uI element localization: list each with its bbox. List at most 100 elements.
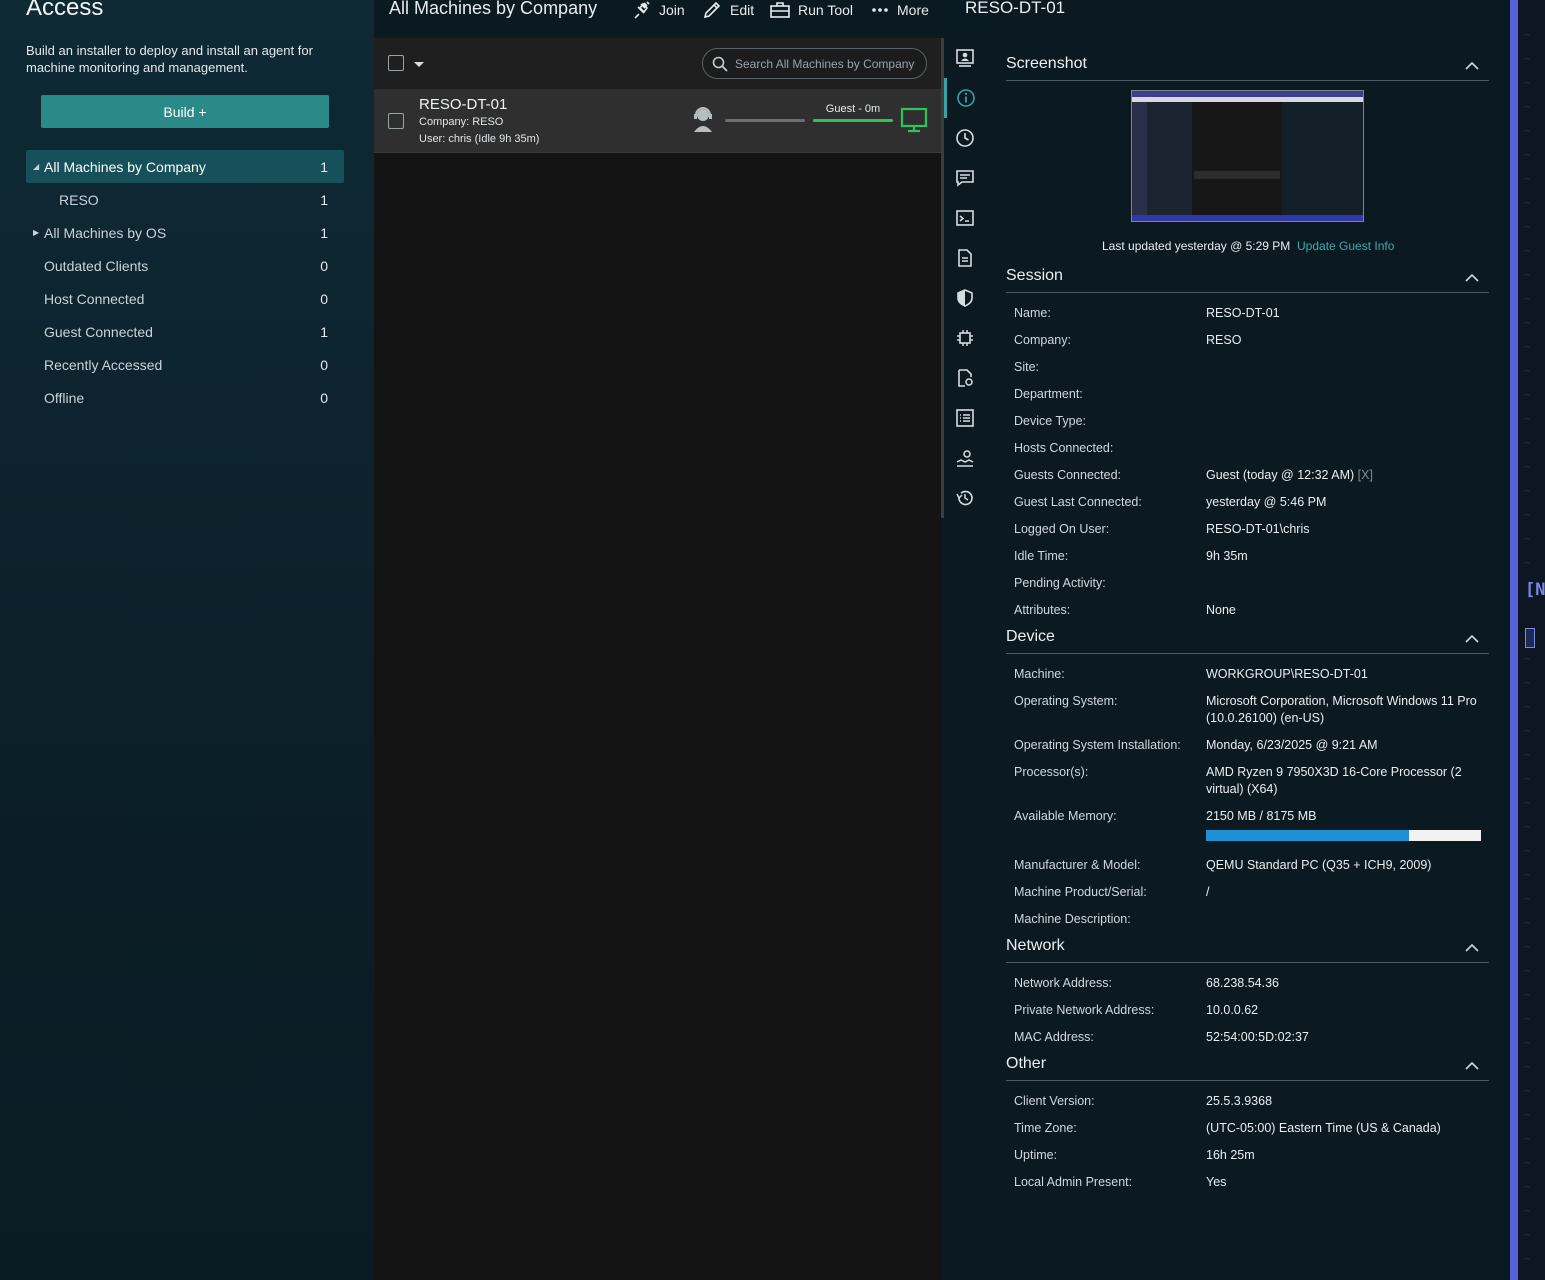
tab-start-session[interactable] bbox=[944, 38, 985, 78]
section-header-device[interactable]: Device bbox=[1006, 628, 1489, 654]
chat-icon bbox=[955, 170, 974, 187]
nav-item-outdated-clients[interactable]: Outdated Clients 0 bbox=[26, 249, 344, 282]
collapsed-triangle-icon[interactable]: ▶ bbox=[33, 228, 39, 237]
search-box[interactable] bbox=[702, 48, 927, 79]
section-header-screenshot[interactable]: Screenshot bbox=[1006, 55, 1489, 81]
tab-services[interactable] bbox=[944, 358, 985, 398]
field-label-manufacturer-model: Manufacturer & Model: bbox=[1014, 858, 1141, 872]
tab-history[interactable] bbox=[944, 478, 985, 518]
select-options-chevron-down-icon[interactable] bbox=[414, 62, 424, 67]
run-tool-button[interactable]: Run Tool bbox=[769, 0, 853, 20]
chevron-up-icon[interactable] bbox=[1465, 273, 1479, 282]
chevron-up-icon[interactable] bbox=[1465, 943, 1479, 952]
section-header-network[interactable]: Network bbox=[1006, 937, 1489, 963]
chevron-up-icon[interactable] bbox=[1465, 1061, 1479, 1070]
terminal-tilde: ~ bbox=[1524, 198, 1531, 209]
tab-security[interactable] bbox=[944, 278, 985, 318]
field-value-product-serial: / bbox=[1206, 885, 1210, 899]
terminal-tilde: ~ bbox=[1524, 822, 1531, 833]
terminal-tilde: ~ bbox=[1524, 1038, 1531, 1049]
chip-icon bbox=[956, 330, 973, 346]
background-terminal-strip: ~ ~ ~ ~ ~ ~ ~ ~ ~ ~ ~ ~ ~ ~ ~ ~ ~ ~ ~ ~ ~ ~ ~ ~ ~ ~ ~ ~ ~ ~ ~ ~ ~ ~ ~ ~ ~ ~ ~ ~… bbox=[1518, 0, 1545, 1280]
section-title: Device bbox=[1006, 628, 1055, 645]
session-row-checkbox[interactable] bbox=[388, 113, 404, 129]
disconnect-guest-link[interactable]: [X] bbox=[1358, 468, 1373, 482]
terminal-tilde: ~ bbox=[1524, 1158, 1531, 1169]
nav-item-all-machines-by-os[interactable]: ▶ All Machines by OS 1 bbox=[26, 216, 344, 249]
nav-item-offline[interactable]: Offline 0 bbox=[26, 381, 344, 414]
terminal-tilde: ~ bbox=[1524, 390, 1531, 401]
nav-item-count: 0 bbox=[320, 290, 328, 307]
field-value-manufacturer-model: QEMU Standard PC (Q35 + ICH9, 2009) bbox=[1206, 858, 1432, 872]
terminal-tilde: ~ bbox=[1524, 1254, 1531, 1265]
info-icon bbox=[957, 89, 975, 107]
field-label-guests-connected: Guests Connected: bbox=[1014, 468, 1122, 482]
field-label-time-zone: Time Zone: bbox=[1014, 1121, 1077, 1135]
pencil-icon bbox=[703, 1, 721, 19]
tab-timeline[interactable] bbox=[944, 118, 985, 158]
tab-notes[interactable] bbox=[944, 238, 985, 278]
nav-item-recently-accessed[interactable]: Recently Accessed 0 bbox=[26, 348, 344, 381]
field-label-department: Department: bbox=[1014, 387, 1083, 401]
join-button[interactable]: Join bbox=[632, 0, 685, 20]
chevron-up-icon[interactable] bbox=[1465, 634, 1479, 643]
field-label-client-version: Client Version: bbox=[1014, 1094, 1095, 1108]
terminal-tilde: ~ bbox=[1524, 150, 1531, 161]
field-label-operating-system: Operating System: bbox=[1014, 694, 1118, 708]
chevron-up-icon[interactable] bbox=[1465, 61, 1479, 70]
field-value-mac-address: 52:54:00:5D:02:37 bbox=[1206, 1030, 1309, 1044]
nav-item-all-machines-by-company[interactable]: ◢ All Machines by Company 1 bbox=[26, 150, 344, 183]
nav-item-host-connected[interactable]: Host Connected 0 bbox=[26, 282, 344, 315]
plug-icon bbox=[634, 1, 650, 19]
section-header-session[interactable]: Session bbox=[1006, 267, 1489, 293]
guest-connection-bar bbox=[813, 119, 893, 122]
update-guest-info-link[interactable]: Update Guest Info bbox=[1297, 239, 1394, 253]
field-label-available-memory: Available Memory: bbox=[1014, 809, 1117, 823]
nav-item-label: RESO bbox=[59, 191, 99, 208]
screenshot-thumbnail[interactable] bbox=[1131, 90, 1364, 222]
join-label: Join bbox=[659, 2, 685, 18]
field-value-guests-connected: Guest (today @ 12:32 AM) [X] bbox=[1206, 467, 1486, 484]
details-panel: RESO-DT-01 Screenshot Last updated yeste… bbox=[965, 0, 1510, 1280]
terminal-tilde: ~ bbox=[1524, 438, 1531, 449]
tab-processes[interactable] bbox=[944, 318, 985, 358]
edit-button[interactable]: Edit bbox=[703, 0, 754, 20]
terminal-tilde: ~ bbox=[1524, 270, 1531, 281]
field-label-machine-description: Machine Description: bbox=[1014, 912, 1131, 926]
field-label-idle-time: Idle Time: bbox=[1014, 549, 1069, 563]
field-value-idle-time: 9h 35m bbox=[1206, 549, 1248, 563]
terminal-tilde: ~ bbox=[1524, 414, 1531, 425]
host-headset-icon bbox=[694, 107, 712, 132]
terminal-cursor bbox=[1525, 628, 1535, 648]
section-header-other[interactable]: Other bbox=[1006, 1055, 1489, 1081]
terminal-tilde: ~ bbox=[1524, 558, 1531, 569]
more-button[interactable]: More bbox=[870, 0, 929, 20]
tab-general-info[interactable] bbox=[944, 78, 985, 118]
expanded-triangle-icon[interactable]: ◢ bbox=[33, 162, 39, 171]
build-button[interactable]: Build + bbox=[41, 95, 329, 128]
nav-item-guest-connected[interactable]: Guest Connected 1 bbox=[26, 315, 344, 348]
tab-event-log[interactable] bbox=[944, 398, 985, 438]
session-row[interactable]: RESO-DT-01 Company: RESO User: chris (Id… bbox=[374, 89, 942, 153]
tab-commands[interactable] bbox=[944, 198, 985, 238]
nav-item-reso[interactable]: RESO 1 bbox=[26, 183, 344, 216]
field-label-device-type: Device Type: bbox=[1014, 414, 1087, 428]
terminal-tilde: ~ bbox=[1524, 246, 1531, 257]
tab-software[interactable] bbox=[944, 438, 985, 478]
session-group-nav: ◢ All Machines by Company 1 RESO 1 ▶ All… bbox=[26, 150, 344, 414]
terminal-tilde: ~ bbox=[1524, 510, 1531, 521]
document-icon bbox=[957, 249, 972, 267]
tab-messages[interactable] bbox=[944, 158, 985, 198]
host-connection-bar bbox=[725, 119, 805, 122]
select-all-checkbox[interactable] bbox=[388, 55, 404, 71]
field-value-local-admin-present: Yes bbox=[1206, 1175, 1227, 1189]
terminal-tilde: ~ bbox=[1524, 1230, 1531, 1241]
monitor-online-icon[interactable] bbox=[900, 107, 928, 133]
field-label-local-admin-present: Local Admin Present: bbox=[1014, 1175, 1133, 1189]
terminal-tilde: ~ bbox=[1524, 798, 1531, 809]
search-input[interactable] bbox=[735, 56, 920, 71]
terminal-tilde: ~ bbox=[1524, 342, 1531, 353]
window-edge-accent bbox=[1510, 0, 1518, 1280]
terminal-tilde: ~ bbox=[1524, 30, 1531, 41]
terminal-tilde: ~ bbox=[1524, 102, 1531, 113]
